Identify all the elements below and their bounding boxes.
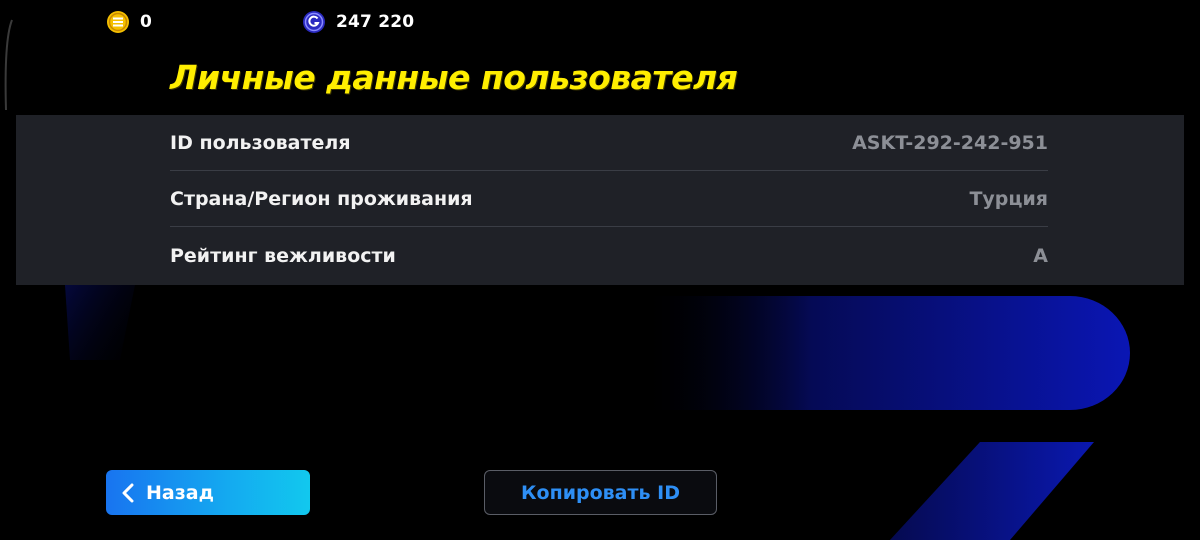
info-row-user-id: ID пользователя ASKT-292-242-951 bbox=[170, 115, 1048, 171]
info-row-country: Страна/Регион проживания Турция bbox=[170, 171, 1048, 227]
back-button[interactable]: Назад bbox=[106, 470, 310, 515]
gp-balance: 247 220 bbox=[302, 9, 414, 35]
info-row-courtesy-rating: Рейтинг вежливости A bbox=[170, 228, 1048, 284]
copy-id-button[interactable]: Копировать ID bbox=[484, 470, 717, 515]
user-info-panel: ID пользователя ASKT-292-242-951 Страна/… bbox=[16, 115, 1184, 285]
courtesy-rating-value: A bbox=[1033, 245, 1048, 267]
coin-icon bbox=[106, 10, 130, 34]
info-row-label: ID пользователя bbox=[170, 131, 351, 154]
user-id-value: ASKT-292-242-951 bbox=[852, 131, 1048, 154]
info-row-label: Рейтинг вежливости bbox=[170, 245, 396, 267]
chevron-left-icon bbox=[120, 482, 136, 504]
page-title: Личные данные пользователя bbox=[170, 58, 738, 97]
info-row-label: Страна/Регион проживания bbox=[170, 187, 473, 210]
gp-icon bbox=[302, 10, 326, 34]
country-value: Турция bbox=[969, 187, 1048, 210]
gp-balance-value: 247 220 bbox=[336, 12, 415, 32]
copy-id-button-label: Копировать ID bbox=[520, 481, 680, 504]
coin-balance-value: 0 bbox=[140, 12, 153, 32]
back-button-label: Назад bbox=[146, 481, 214, 504]
coin-balance: 0 bbox=[106, 9, 152, 35]
